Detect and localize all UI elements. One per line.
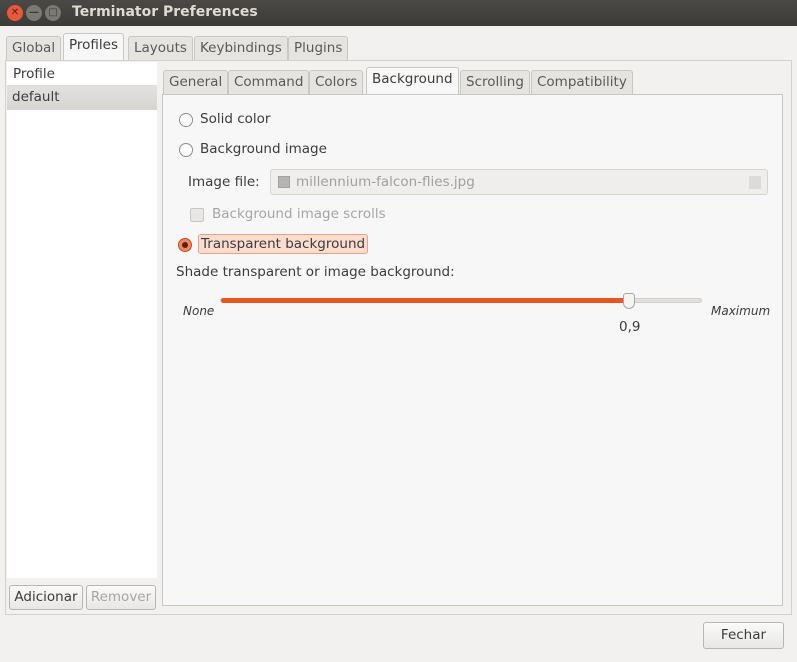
- image-file-value: millennium-falcon-flies.jpg: [296, 174, 475, 190]
- window-title: Terminator Preferences: [72, 4, 258, 20]
- tab-profiles[interactable]: Profiles: [63, 33, 125, 60]
- tab-general[interactable]: General: [163, 70, 229, 94]
- tab-layouts[interactable]: Layouts: [128, 36, 193, 60]
- add-profile-button[interactable]: Adicionar: [9, 585, 83, 610]
- scrolls-label[interactable]: Background image scrolls: [212, 206, 386, 222]
- background-image-radio[interactable]: [179, 143, 193, 157]
- tab-global[interactable]: Global: [6, 36, 62, 60]
- shade-slider[interactable]: [220, 293, 702, 309]
- close-button[interactable]: Fechar: [703, 622, 784, 649]
- tab-compatibility[interactable]: Compatibility: [531, 70, 633, 94]
- tab-keybindings[interactable]: Keybindings: [194, 36, 288, 60]
- profile-list-header: Profile: [7, 62, 157, 86]
- solid-color-label[interactable]: Solid color: [200, 111, 270, 127]
- title-bar: ✕ — □ Terminator Preferences: [0, 0, 797, 26]
- transparent-background-label[interactable]: Transparent background: [198, 234, 369, 254]
- shade-max-label: Maximum: [711, 304, 771, 318]
- background-image-label[interactable]: Background image: [200, 141, 327, 157]
- solid-color-radio[interactable]: [179, 113, 193, 127]
- close-window-icon[interactable]: ✕: [7, 5, 23, 21]
- tab-command[interactable]: Command: [228, 70, 310, 94]
- scrolls-checkbox[interactable]: [190, 208, 204, 222]
- transparent-background-radio[interactable]: [178, 238, 192, 252]
- file-icon: [278, 176, 290, 188]
- shade-slider-handle[interactable]: [623, 293, 635, 309]
- tab-plugins[interactable]: Plugins: [288, 36, 349, 60]
- shade-label: Shade transparent or image background:: [176, 264, 455, 280]
- shade-value: 0,9: [619, 319, 641, 335]
- shade-slider-fill: [221, 298, 627, 303]
- shade-min-label: None: [183, 304, 215, 318]
- tab-scrolling[interactable]: Scrolling: [460, 70, 530, 94]
- image-file-chooser[interactable]: millennium-falcon-flies.jpg: [270, 169, 768, 195]
- maximize-window-icon[interactable]: □: [45, 5, 61, 21]
- remove-profile-button[interactable]: Remover: [86, 585, 156, 610]
- minimize-window-icon[interactable]: —: [26, 5, 42, 21]
- image-file-label: Image file:: [188, 174, 260, 190]
- tab-background[interactable]: Background: [366, 67, 459, 94]
- folder-icon: [749, 176, 761, 189]
- profile-list: Profile default: [7, 62, 157, 578]
- tab-colors[interactable]: Colors: [309, 70, 364, 94]
- profile-item-default[interactable]: default: [7, 86, 157, 110]
